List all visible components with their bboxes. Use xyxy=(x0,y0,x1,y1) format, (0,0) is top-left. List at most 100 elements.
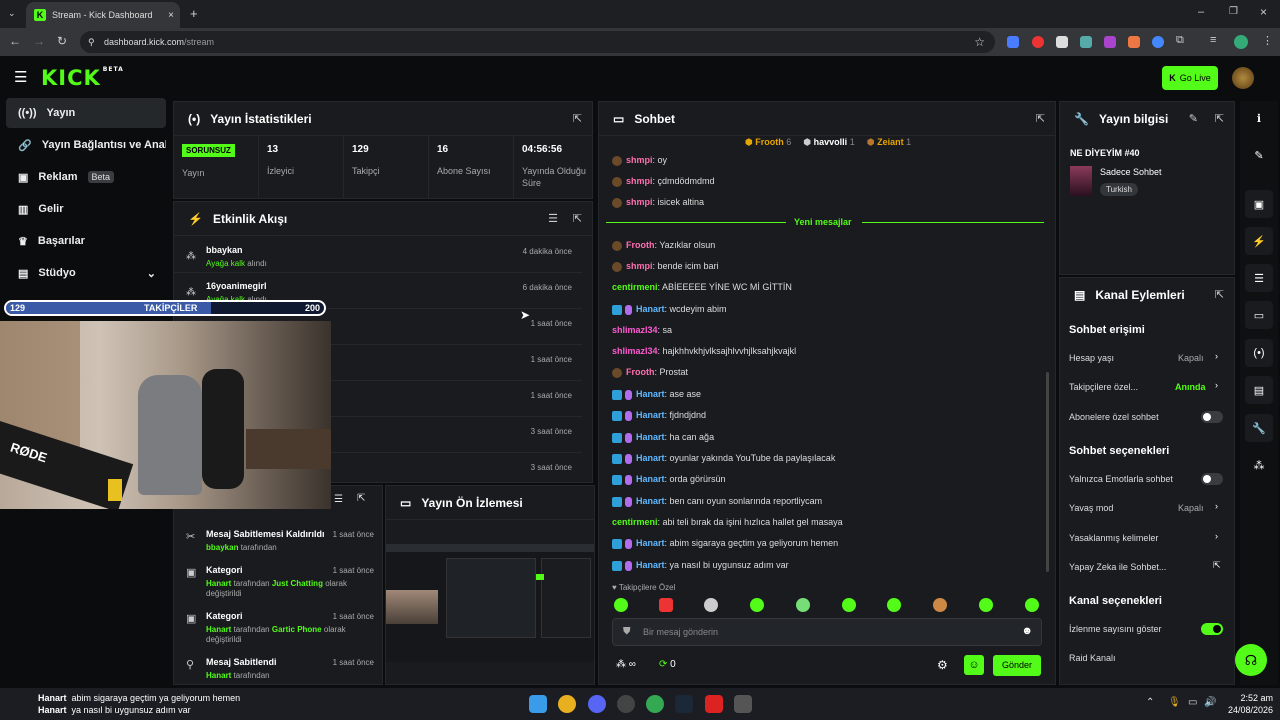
emote-icon[interactable] xyxy=(979,598,993,612)
chat-username[interactable]: shmpi xyxy=(626,261,653,271)
info-icon[interactable]: ℹ xyxy=(1245,104,1273,132)
lightning-icon[interactable]: ⚡ xyxy=(1245,227,1273,255)
chat-username[interactable]: shmpi xyxy=(626,155,653,165)
chat-message[interactable]: shmpi: isicek altina xyxy=(612,197,704,208)
chat-username[interactable]: centirmeni xyxy=(612,282,658,292)
chat-message[interactable]: shlimazl34: hajkhhvkhjvlksajhlvvhjlksahj… xyxy=(612,346,796,356)
chat-message[interactable]: shmpi: bende icim bari xyxy=(612,261,719,272)
chat-username[interactable]: Hanart xyxy=(636,432,665,442)
gifter-1[interactable]: ⬢ Frooth 6 xyxy=(745,137,791,155)
extension-icon[interactable] xyxy=(1152,36,1164,48)
filter-icon[interactable]: ☰ xyxy=(334,494,343,505)
emote-icon[interactable] xyxy=(614,598,628,612)
list-icon[interactable]: ☰ xyxy=(1245,264,1273,292)
ai-chat-row[interactable]: Yapay Zeka ile Sohbet... xyxy=(1069,562,1166,572)
extension-icon[interactable] xyxy=(1032,36,1044,48)
activity-row[interactable]: ⁂ bbaykan Ayağa kalk alındı 4 dakika önc… xyxy=(174,237,582,273)
close-window-icon[interactable]: × xyxy=(1260,5,1267,19)
chat-message[interactable]: centirmeni: abi teli bırak da işini hızl… xyxy=(612,517,843,527)
mod-log-row[interactable]: ⚲ Mesaj Sabitlendi 1 saat önce Hanart ta… xyxy=(174,654,382,684)
back-icon[interactable]: ← xyxy=(9,34,21,48)
chat-username[interactable]: Hanart xyxy=(636,304,665,314)
layout-icon[interactable]: ▣ xyxy=(1245,190,1273,218)
edit-icon[interactable]: ✎ xyxy=(1245,141,1273,169)
clock[interactable]: 2:52 am 24/08/2026 xyxy=(1228,692,1273,716)
chat-message[interactable]: Frooth: Prostat xyxy=(612,367,688,378)
chat-message[interactable]: centirmeni: ABİEEEEE YİNE WC Mİ GİTTİN xyxy=(612,282,792,292)
profile-avatar[interactable] xyxy=(1234,35,1248,49)
kick-logo[interactable]: KICK BETA xyxy=(41,66,124,90)
chat-username[interactable]: Hanart xyxy=(636,474,665,484)
chat-message[interactable]: Hanart: oyunlar yakında YouTube da payla… xyxy=(612,453,835,464)
chat-username[interactable]: Hanart xyxy=(636,410,665,420)
emoji-picker-icon[interactable]: ☻ xyxy=(1021,625,1033,637)
mic-tray-icon[interactable]: 🎙 xyxy=(1168,697,1181,708)
chat-username[interactable]: Hanart xyxy=(636,560,665,570)
quick-emote-icon[interactable]: ☺ xyxy=(964,655,984,675)
sidebar-item-stream-key[interactable]: 🔗Yayın Bağlantısı ve Anahtar xyxy=(6,130,166,160)
channel-icon[interactable]: ▤ xyxy=(1245,376,1273,404)
support-headset-icon[interactable]: ☊ xyxy=(1235,644,1267,676)
bookmark-star-icon[interactable]: ☆ xyxy=(974,31,985,53)
mod-log-row[interactable]: ▣ Kategori 1 saat önce Hanart tarafından… xyxy=(174,608,382,652)
maximize-icon[interactable]: ❐ xyxy=(1229,6,1238,17)
expand-icon[interactable]: ⇱ xyxy=(1215,288,1224,301)
expand-icon[interactable]: ⇱ xyxy=(573,112,582,125)
chat-username[interactable]: shlimazl34 xyxy=(612,346,658,356)
gifter-2[interactable]: ⬢ havvolli 1 xyxy=(803,137,854,155)
chat-username[interactable]: Hanart xyxy=(636,496,665,506)
broadcast-icon[interactable]: (•) xyxy=(1245,339,1273,367)
show-viewers-toggle[interactable] xyxy=(1201,623,1223,635)
expand-icon[interactable]: ⇱ xyxy=(357,493,365,504)
chat-username[interactable]: Hanart xyxy=(636,538,665,548)
users-icon[interactable]: ⁂ xyxy=(1245,451,1273,479)
chat-username[interactable]: Frooth xyxy=(626,367,655,377)
chat-icon[interactable]: ▭ xyxy=(1245,301,1273,329)
raid-channel-row[interactable]: Raid Kanalı xyxy=(1069,653,1116,663)
go-live-button[interactable]: K Go Live xyxy=(1162,66,1218,90)
emote-icon[interactable] xyxy=(1025,598,1039,612)
chat-username[interactable]: shlimazl34 xyxy=(612,325,658,335)
sidebar-item-gelir[interactable]: ▥ Gelir xyxy=(6,194,166,224)
subs-only-toggle[interactable] xyxy=(1201,411,1223,423)
extension-icon[interactable] xyxy=(1104,36,1116,48)
sidebar-item-reklam[interactable]: ▣ Reklam Beta xyxy=(6,162,166,192)
emote-icon[interactable] xyxy=(750,598,764,612)
emote-icon[interactable] xyxy=(933,598,947,612)
close-tab-icon[interactable]: × xyxy=(168,10,174,21)
filter-icon[interactable]: ☰ xyxy=(548,212,558,225)
sidebar-item-basarilar[interactable]: ♛ Başarılar xyxy=(6,226,166,256)
app-icon[interactable] xyxy=(705,695,723,713)
obs-icon[interactable] xyxy=(617,695,635,713)
steam-icon[interactable] xyxy=(675,695,693,713)
emote-icon[interactable] xyxy=(887,598,901,612)
wrench-icon[interactable]: 🔧 xyxy=(1245,414,1273,442)
chat-message[interactable]: Hanart: wcdeyim abim xyxy=(612,304,727,315)
chat-message[interactable]: shlimazl34: sa xyxy=(612,325,672,335)
discord-icon[interactable] xyxy=(588,695,606,713)
chat-message[interactable]: Hanart: fjdndjdnd xyxy=(612,410,706,421)
emote-icon[interactable] xyxy=(796,598,810,612)
new-tab-icon[interactable]: + xyxy=(190,6,198,21)
chat-scrollbar[interactable] xyxy=(1046,372,1049,572)
account-age-row[interactable]: Hesap yaşı xyxy=(1069,353,1114,363)
chat-message[interactable]: Hanart: orda görürsün xyxy=(612,474,726,485)
expand-icon[interactable]: ⇱ xyxy=(573,212,582,225)
minimize-icon[interactable]: – xyxy=(1198,6,1204,18)
extensions-puzzle-icon[interactable]: ⧉ xyxy=(1176,34,1184,47)
emote-icon[interactable] xyxy=(659,598,673,612)
extension-icon[interactable] xyxy=(1007,36,1019,48)
extension-icon[interactable] xyxy=(1080,36,1092,48)
file-explorer-icon[interactable] xyxy=(734,695,752,713)
extension-icon[interactable] xyxy=(1056,36,1068,48)
emote-only-toggle[interactable] xyxy=(1201,473,1223,485)
chat-username[interactable]: shmpi xyxy=(626,176,653,186)
user-avatar[interactable] xyxy=(1232,67,1254,89)
mod-log-row[interactable]: ▣ Kategori 1 saat önce Hanart tarafından… xyxy=(174,562,382,606)
chrome-profile-icon[interactable] xyxy=(646,695,664,713)
sidebar-item-yayin[interactable]: ((•)) Yayın xyxy=(6,98,166,128)
expand-icon[interactable]: ⇱ xyxy=(1215,112,1224,125)
chat-message[interactable]: Hanart: ase ase xyxy=(612,389,701,400)
browser-menu-icon[interactable]: ⋮ xyxy=(1262,34,1273,47)
reload-icon[interactable]: ↻ xyxy=(57,34,67,48)
